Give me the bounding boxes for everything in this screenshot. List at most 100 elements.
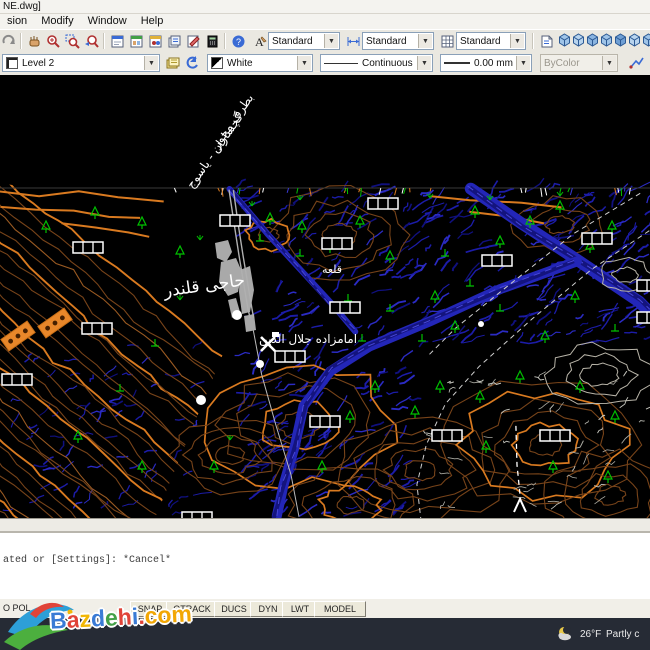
- properties-icon[interactable]: [108, 32, 126, 50]
- table-style-icon[interactable]: [438, 32, 456, 50]
- status-bar: O POL SNAP OTRACK DUCS DYN LWT MODEL: [0, 598, 650, 619]
- status-toggle-dyn[interactable]: DYN: [250, 601, 286, 617]
- pan-icon[interactable]: [25, 32, 43, 50]
- layer-previous-icon[interactable]: [183, 54, 201, 72]
- weather-condition[interactable]: Partly c: [606, 629, 639, 640]
- shrine-label: امامزاده جلال الدین: [259, 332, 357, 347]
- visual-styles-group: [558, 32, 650, 48]
- building-block-white: [482, 255, 512, 266]
- menu-help[interactable]: Help: [134, 14, 171, 29]
- sheetset-manager-icon[interactable]: [165, 32, 183, 50]
- view-cube-icon[interactable]: [572, 32, 585, 48]
- autocad-window: NE.dwg] sion Modify Window Help: [0, 0, 650, 650]
- new-sheet-icon[interactable]: [537, 32, 555, 50]
- building-block-white: [582, 233, 612, 244]
- survey-point: [196, 395, 206, 405]
- layers-properties-toolbar: Level 2 ▼ White ▼ Continuous ▼ 0.00 mm ▼…: [0, 51, 650, 76]
- view-cube-icon[interactable]: [628, 32, 641, 48]
- plot-style-value: ByColor: [544, 58, 580, 69]
- linetype-sample-icon: [324, 63, 358, 64]
- dim-style-value: Standard: [366, 36, 407, 47]
- chevron-down-icon[interactable]: ▼: [510, 34, 524, 48]
- status-toggle-lwt[interactable]: LWT: [282, 601, 318, 617]
- view-cube-icon[interactable]: [614, 32, 627, 48]
- command-window[interactable]: ated or [Settings]: *Cancel*: [0, 531, 650, 600]
- lineweight-sample-icon: [444, 62, 470, 64]
- castle-label: قلعه: [322, 263, 342, 276]
- layer-state-icon: [6, 57, 18, 69]
- color-value: White: [227, 58, 253, 69]
- building-block-white: [540, 430, 570, 441]
- table-style-value: Standard: [460, 36, 501, 47]
- layer-combo[interactable]: Level 2 ▼: [2, 54, 160, 72]
- linetype-combo[interactable]: Continuous ▼: [320, 54, 433, 72]
- drawing-canvas[interactable]: بطرف محورگچساران - یاسوجحاجی قلندرقلعهام…: [0, 75, 650, 518]
- table-style-combo[interactable]: Standard ▼: [456, 32, 526, 50]
- text-style-value: Standard: [272, 36, 313, 47]
- menu-modify[interactable]: Modify: [34, 14, 80, 29]
- linetype-value: Continuous: [362, 58, 413, 69]
- svg-text:A: A: [255, 35, 264, 49]
- building-block-white: [637, 280, 650, 291]
- redo-icon[interactable]: [0, 32, 18, 50]
- building-block-white: [310, 416, 340, 427]
- building-block-white: [368, 198, 398, 209]
- weather-temperature[interactable]: 26°F: [580, 629, 601, 640]
- view-cube-icon[interactable]: [586, 32, 599, 48]
- text-style-icon[interactable]: A: [250, 32, 268, 50]
- toolbar-separator: [20, 33, 22, 49]
- quickcalc-icon[interactable]: [203, 32, 221, 50]
- status-toggle-model[interactable]: MODEL: [314, 601, 366, 617]
- toolbar-separator: [532, 33, 534, 49]
- window-title: NE.dwg]: [3, 1, 41, 12]
- status-toggle-otrack[interactable]: OTRACK: [166, 601, 218, 617]
- survey-point: [256, 360, 264, 368]
- menu-dimension-cropped[interactable]: sion: [0, 14, 34, 29]
- toolbar-separator: [103, 33, 105, 49]
- status-toggle-ducs[interactable]: DUCS: [214, 601, 254, 617]
- building-block-white: [82, 323, 112, 334]
- topographic-map: بطرف محورگچساران - یاسوجحاجی قلندرقلعهام…: [0, 75, 650, 518]
- survey-point: [478, 321, 484, 327]
- chevron-down-icon[interactable]: ▼: [516, 56, 530, 70]
- lineweight-value: 0.00 mm: [474, 58, 513, 69]
- status-fragment: O POL: [3, 603, 31, 613]
- standard-toolbar: ? A Standard ▼ Standard ▼ Standard ▼: [0, 29, 650, 53]
- color-swatch-icon: [211, 57, 223, 69]
- weather-icon[interactable]: [556, 625, 574, 643]
- zoom-window-icon[interactable]: [63, 32, 81, 50]
- dim-style-icon[interactable]: [344, 32, 362, 50]
- help-icon[interactable]: ?: [229, 32, 247, 50]
- zoom-realtime-icon[interactable]: [44, 32, 62, 50]
- make-layer-current-icon[interactable]: [628, 54, 646, 72]
- dim-style-combo[interactable]: Standard ▼: [362, 32, 434, 50]
- chevron-down-icon[interactable]: ▼: [418, 34, 432, 48]
- building-block-white: [2, 374, 32, 385]
- zoom-previous-icon[interactable]: [82, 32, 100, 50]
- color-combo[interactable]: White ▼: [207, 54, 313, 72]
- view-cube-icon[interactable]: [558, 32, 571, 48]
- chevron-down-icon[interactable]: ▼: [324, 34, 338, 48]
- designcenter-icon[interactable]: [127, 32, 145, 50]
- chevron-down-icon[interactable]: ▼: [297, 56, 311, 70]
- toolpalettes-icon[interactable]: [146, 32, 164, 50]
- building-block-white: [330, 302, 360, 313]
- survey-point: [232, 310, 242, 320]
- toolbar-separator: [224, 33, 226, 49]
- status-toggle-snap[interactable]: SNAP: [130, 601, 170, 617]
- text-style-combo[interactable]: Standard ▼: [268, 32, 340, 50]
- building-block-white: [637, 312, 650, 323]
- layer-properties-icon[interactable]: [164, 54, 182, 72]
- building-block-white: [322, 238, 352, 249]
- menu-window[interactable]: Window: [81, 14, 134, 29]
- chevron-down-icon[interactable]: ▼: [417, 56, 431, 70]
- view-cube-icon[interactable]: [600, 32, 613, 48]
- title-bar[interactable]: NE.dwg]: [0, 0, 650, 14]
- building-block-white: [275, 351, 305, 362]
- view-cube-icon[interactable]: [642, 32, 650, 48]
- lineweight-combo[interactable]: 0.00 mm ▼: [440, 54, 532, 72]
- markup-icon[interactable]: [184, 32, 202, 50]
- plot-style-combo: ByColor ▼: [540, 54, 618, 72]
- building-block-white: [220, 215, 250, 226]
- chevron-down-icon[interactable]: ▼: [144, 56, 158, 70]
